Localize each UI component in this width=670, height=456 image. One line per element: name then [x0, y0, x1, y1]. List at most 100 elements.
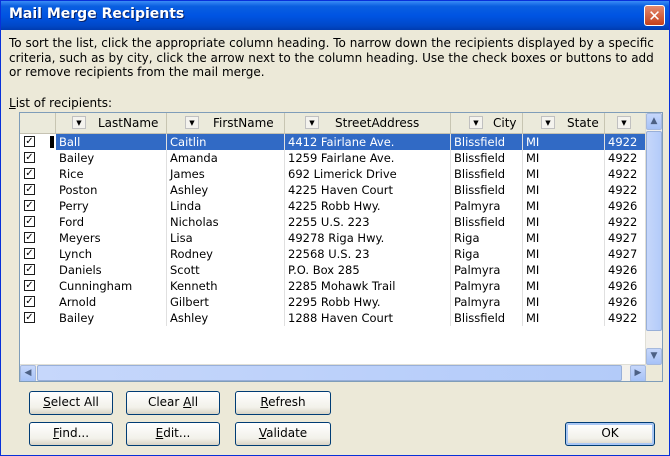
column-header-firstname[interactable]: ▼ FirstName: [167, 113, 285, 133]
vertical-scrollbar[interactable]: ▲ ▼: [645, 113, 662, 365]
filter-arrow-icon[interactable]: ▼: [72, 116, 86, 129]
cell-street: P.O. Box 285: [285, 262, 451, 278]
cell-city: Riga: [451, 246, 523, 262]
row-checkbox[interactable]: ✓: [24, 184, 35, 195]
cell-first: Gilbert: [167, 294, 285, 310]
clear-all-button[interactable]: Clear All: [126, 391, 220, 415]
cell-zip: 4926: [605, 278, 648, 294]
vertical-scroll-thumb[interactable]: [646, 131, 662, 331]
horizontal-scroll-thumb[interactable]: [37, 365, 622, 381]
scroll-right-icon[interactable]: ▶: [630, 365, 646, 381]
table-row[interactable]: ✓ Bailey Ashley 1288 Haven Court Blissfield M…: [20, 310, 648, 326]
close-icon: ✕: [648, 7, 661, 25]
cell-state: MI: [523, 310, 605, 326]
validate-button[interactable]: Validate: [235, 422, 331, 446]
row-checkbox[interactable]: ✓: [24, 248, 35, 259]
cell-street: 2285 Mohawk Trail: [285, 278, 451, 294]
cell-city: Blissfield: [451, 310, 523, 326]
cell-zip: 4922: [605, 310, 648, 326]
find-button[interactable]: Find...: [29, 422, 113, 446]
filter-arrow-icon[interactable]: ▼: [305, 116, 319, 129]
cell-state: MI: [523, 278, 605, 294]
row-checkbox[interactable]: ✓: [24, 216, 35, 227]
cell-city: Palmyra: [451, 294, 523, 310]
cell-zip: 4926: [605, 262, 648, 278]
cell-zip: 4922: [605, 134, 648, 150]
cell-first: Linda: [167, 198, 285, 214]
select-all-button[interactable]: Select All: [29, 391, 113, 415]
cell-state: MI: [523, 134, 605, 150]
cell-zip: 4926: [605, 294, 648, 310]
cell-first: Amanda: [167, 150, 285, 166]
column-header-city[interactable]: ▼ City: [451, 113, 523, 133]
cell-street: 4225 Robb Hwy.: [285, 198, 451, 214]
row-checkbox[interactable]: ✓: [24, 232, 35, 243]
ok-button[interactable]: OK: [565, 422, 655, 446]
table-row[interactable]: ✓ Cunningham Kenneth 2285 Mohawk Trail Palmy…: [20, 278, 648, 294]
row-checkbox[interactable]: ✓: [24, 280, 35, 291]
scroll-corner: [646, 365, 662, 381]
cell-last: Lynch: [56, 246, 167, 262]
row-checkbox[interactable]: ✓: [24, 264, 35, 275]
table-row[interactable]: ✓ Arnold Gilbert 2295 Robb Hwy. Palmyra MI 492…: [20, 294, 648, 310]
cell-last: Arnold: [56, 294, 167, 310]
table-row[interactable]: ✓ Ball Caitlin 4412 Fairlane Ave. Blissfield…: [20, 134, 648, 150]
cell-zip: 4922: [605, 150, 648, 166]
cell-city: Blissfield: [451, 134, 523, 150]
cell-city: Palmyra: [451, 262, 523, 278]
close-button[interactable]: ✕: [644, 5, 665, 26]
cell-street: 49278 Riga Hwy.: [285, 230, 451, 246]
cell-state: MI: [523, 166, 605, 182]
row-checkbox[interactable]: ✓: [24, 168, 35, 179]
cell-first: Kenneth: [167, 278, 285, 294]
cell-first: Scott: [167, 262, 285, 278]
table-row[interactable]: ✓ Ford Nicholas 2255 U.S. 223 Blissfield MI 49…: [20, 214, 648, 230]
cell-city: Palmyra: [451, 198, 523, 214]
row-checkbox[interactable]: ✓: [24, 312, 35, 323]
cell-street: 1288 Haven Court: [285, 310, 451, 326]
mail-merge-dialog: Mail Merge Recipients ✕ To sort the list…: [0, 0, 670, 456]
filter-arrow-icon[interactable]: ▼: [617, 116, 631, 129]
cell-state: MI: [523, 294, 605, 310]
table-row[interactable]: ✓ Lynch Rodney 22568 U.S. 23 Riga MI 4927: [20, 246, 648, 262]
row-checkbox[interactable]: ✓: [24, 296, 35, 307]
cell-last: Daniels: [56, 262, 167, 278]
cell-first: James: [167, 166, 285, 182]
column-header-streetaddress[interactable]: ▼ StreetAddress: [285, 113, 451, 133]
cell-street: 4225 Haven Court: [285, 182, 451, 198]
horizontal-scrollbar[interactable]: ◀ ▶: [20, 364, 646, 381]
edit-button[interactable]: Edit...: [126, 422, 220, 446]
cell-last: Rice: [56, 166, 167, 182]
table-row[interactable]: ✓ Daniels Scott P.O. Box 285 Palmyra MI 4926: [20, 262, 648, 278]
cell-first: Nicholas: [167, 214, 285, 230]
cell-zip: 4926: [605, 198, 648, 214]
row-checkbox[interactable]: ✓: [24, 136, 35, 147]
row-checkbox[interactable]: ✓: [24, 152, 35, 163]
list-label: List of recipients:: [9, 96, 113, 110]
table-row[interactable]: ✓ Rice James 692 Limerick Drive Blissfield MI…: [20, 166, 648, 182]
cell-last: Poston: [56, 182, 167, 198]
cell-street: 1259 Fairlane Ave.: [285, 150, 451, 166]
cell-first: Rodney: [167, 246, 285, 262]
filter-arrow-icon[interactable]: ▼: [541, 116, 555, 129]
column-header-lastname[interactable]: ▼ LastName: [56, 113, 167, 133]
row-checkbox[interactable]: ✓: [24, 200, 35, 211]
recipients-list[interactable]: ▼ LastName ▼ FirstName ▼ StreetAddress ▼…: [19, 112, 663, 382]
column-header-checkbox: [20, 113, 56, 133]
cell-last: Bailey: [56, 310, 167, 326]
title-bar[interactable]: Mail Merge Recipients ✕: [1, 1, 669, 30]
scroll-down-icon[interactable]: ▼: [646, 348, 662, 365]
refresh-button[interactable]: Refresh: [235, 391, 331, 415]
filter-arrow-icon[interactable]: ▼: [185, 116, 199, 129]
filter-arrow-icon[interactable]: ▼: [469, 116, 483, 129]
scroll-left-icon[interactable]: ◀: [20, 365, 36, 381]
column-header-zip[interactable]: ▼: [605, 113, 648, 133]
scroll-up-icon[interactable]: ▲: [646, 113, 662, 130]
cell-last: Meyers: [56, 230, 167, 246]
column-header-state[interactable]: ▼ State: [523, 113, 605, 133]
table-row[interactable]: ✓ Meyers Lisa 49278 Riga Hwy. Riga MI 4927: [20, 230, 648, 246]
cell-zip: 4922: [605, 166, 648, 182]
table-row[interactable]: ✓ Perry Linda 4225 Robb Hwy. Palmyra MI 4926: [20, 198, 648, 214]
table-row[interactable]: ✓ Poston Ashley 4225 Haven Court Blissfield M…: [20, 182, 648, 198]
table-row[interactable]: ✓ Bailey Amanda 1259 Fairlane Ave. Blissfiel…: [20, 150, 648, 166]
